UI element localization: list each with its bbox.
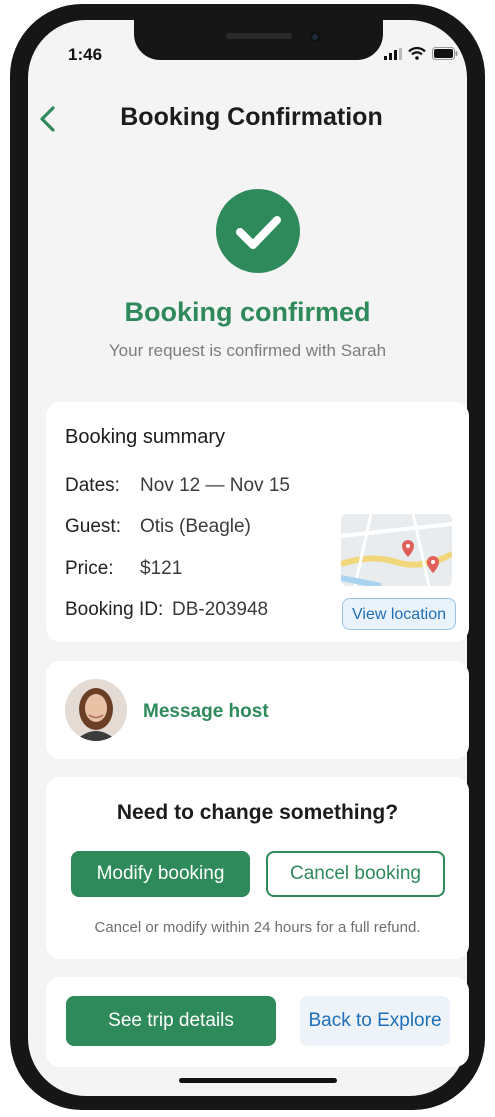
map-thumbnail[interactable] — [341, 514, 452, 586]
booking-summary-card: Booking summary Dates: Nov 12 — Nov 15 G… — [46, 402, 469, 642]
summary-title: Booking summary — [65, 426, 226, 448]
confirmation-badge — [216, 189, 300, 273]
modify-booking-button[interactable]: Modify booking — [71, 851, 250, 897]
see-trip-details-button[interactable]: See trip details — [66, 996, 276, 1046]
signal-icon — [384, 47, 402, 60]
chevron-left-icon — [40, 106, 55, 132]
row-value: Otis (Beagle) — [140, 516, 251, 537]
battery-icon — [432, 47, 458, 60]
status-time: 1:46 — [68, 45, 103, 64]
back-button[interactable] — [34, 104, 64, 134]
status-icons — [384, 47, 458, 60]
page-title: Booking Confirmation — [120, 103, 383, 131]
change-booking-card: Need to change something? Modify booking… — [46, 777, 469, 959]
row-label: Dates: — [65, 475, 120, 496]
host-card: Message host — [46, 661, 469, 759]
host-avatar — [65, 679, 127, 741]
speaker-grille — [226, 33, 292, 39]
row-label: Guest: — [65, 516, 121, 537]
row-value: Nov 12 — Nov 15 — [140, 475, 290, 496]
confirmation-title: Booking confirmed — [124, 297, 371, 327]
refund-note: Cancel or modify within 24 hours for a f… — [94, 919, 421, 936]
summary-row-price: Price: $121 — [65, 558, 182, 580]
wifi-icon — [408, 47, 426, 60]
confirmation-subtitle: Your request is confirmed with Sarah — [108, 341, 387, 360]
row-value: DB-203948 — [172, 599, 269, 620]
row-label: Price: — [65, 558, 114, 579]
summary-row-booking-id: Booking ID: DB-203948 — [65, 599, 268, 621]
cancel-booking-button[interactable]: Cancel booking — [266, 851, 445, 897]
summary-row-dates: Dates: Nov 12 — Nov 15 — [65, 475, 290, 497]
row-value: $121 — [140, 558, 183, 579]
summary-row-guest: Guest: Otis (Beagle) — [65, 516, 251, 538]
view-location-button[interactable]: View location — [342, 598, 456, 630]
front-camera — [309, 31, 321, 43]
avatar-icon — [65, 679, 127, 741]
row-label: Booking ID: — [65, 599, 164, 620]
map-icon — [341, 514, 452, 586]
back-to-explore-button[interactable]: Back to Explore — [300, 996, 450, 1046]
home-indicator[interactable] — [179, 1078, 337, 1083]
bottom-actions-card: See trip details Back to Explore — [46, 977, 469, 1067]
phone-notch — [134, 20, 383, 60]
message-host-button[interactable]: Message host — [143, 701, 269, 723]
checkmark-icon — [236, 216, 281, 249]
change-title: Need to change something? — [116, 801, 399, 824]
